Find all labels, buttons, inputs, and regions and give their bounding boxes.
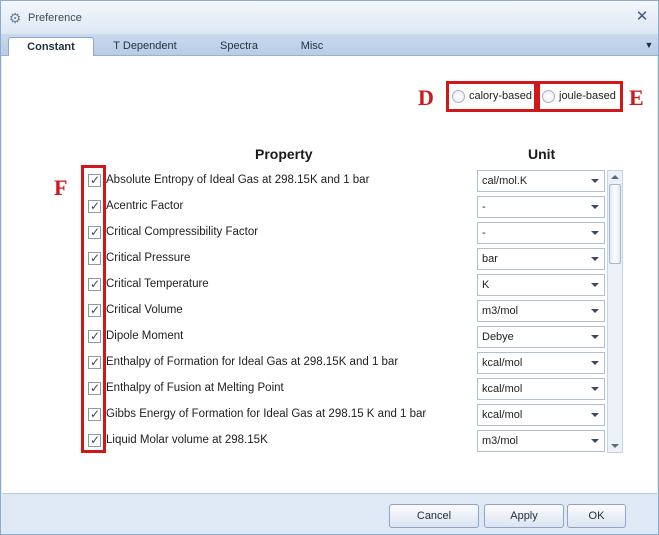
unit-dropdown[interactable]: K (477, 274, 605, 296)
unit-dropdown[interactable]: Debye (477, 326, 605, 348)
property-checkbox[interactable] (88, 173, 101, 187)
radio-circle[interactable] (452, 89, 465, 103)
table-row: Critical Pressure bar (2, 246, 657, 272)
table-row: Liquid Molar volume at 298.15K m3/mol (2, 428, 657, 454)
property-label: Gibbs Energy of Formation for Ideal Gas … (106, 408, 427, 420)
property-label: Liquid Molar volume at 298.15K (106, 434, 268, 446)
tab-misc[interactable]: Misc (286, 37, 338, 56)
unit-value: kcal/mol (482, 383, 523, 395)
window-title: Preference (28, 12, 82, 24)
radio-circle[interactable] (542, 89, 555, 103)
constant-panel: D E F calory-based joule-based Property … (2, 56, 657, 493)
unit-dropdown[interactable]: m3/mol (477, 300, 605, 322)
chevron-down-icon[interactable] (591, 335, 599, 339)
property-label: Critical Pressure (106, 252, 191, 264)
unit-dropdown[interactable]: kcal/mol (477, 352, 605, 374)
property-checkbox[interactable] (88, 329, 101, 343)
property-checkbox[interactable] (88, 433, 101, 447)
scroll-down-icon[interactable] (611, 444, 619, 448)
chevron-down-icon[interactable] (591, 205, 599, 209)
unit-value: bar (482, 253, 498, 265)
table-row: Dipole Moment Debye (2, 324, 657, 350)
unit-dropdown[interactable]: kcal/mol (477, 404, 605, 426)
property-checkbox[interactable] (88, 303, 101, 317)
unit-value: cal/mol.K (482, 175, 528, 187)
property-label: Enthalpy of Formation for Ideal Gas at 2… (106, 356, 399, 368)
unit-value: m3/mol (482, 305, 519, 317)
unit-dropdown[interactable]: - (477, 196, 605, 218)
tab-strip: Constant T Dependent Spectra Misc ▼ (1, 34, 658, 57)
property-label: Dipole Moment (106, 330, 184, 342)
unit-value: kcal/mol (482, 409, 523, 421)
table-row: Critical Compressibility Factor - (2, 220, 657, 246)
unit-dropdown[interactable]: kcal/mol (477, 378, 605, 400)
chevron-down-icon[interactable] (591, 309, 599, 313)
table-row: Enthalpy of Formation for Ideal Gas at 2… (2, 350, 657, 376)
property-label: Critical Temperature (106, 278, 209, 290)
ok-button[interactable]: OK (567, 504, 626, 528)
property-checkbox[interactable] (88, 251, 101, 265)
unit-value: K (482, 279, 490, 291)
scroll-up-icon[interactable] (611, 175, 619, 179)
property-checkbox[interactable] (88, 381, 101, 395)
tab-constant[interactable]: Constant (8, 37, 94, 57)
unit-value: kcal/mol (482, 357, 523, 369)
chevron-down-icon[interactable] (591, 413, 599, 417)
marker-d: D (418, 85, 434, 110)
property-checkbox[interactable] (88, 199, 101, 213)
chevron-down-icon[interactable] (591, 231, 599, 235)
tab-spectra[interactable]: Spectra (206, 37, 272, 56)
table-row: Acentric Factor - (2, 194, 657, 220)
property-label: Critical Volume (106, 304, 183, 316)
apply-button[interactable]: Apply (484, 504, 564, 528)
joule-based-radio[interactable]: joule-based (542, 87, 616, 105)
property-column-header: Property (255, 146, 313, 162)
marker-e: E (629, 85, 644, 110)
chevron-down-icon[interactable] (591, 283, 599, 287)
property-checkbox[interactable] (88, 407, 101, 421)
cancel-button[interactable]: Cancel (389, 504, 479, 528)
joule-based-label: joule-based (559, 90, 616, 102)
unit-dropdown[interactable]: cal/mol.K (477, 170, 605, 192)
property-checkbox[interactable] (88, 225, 101, 239)
property-label: Absolute Entropy of Ideal Gas at 298.15K… (106, 174, 370, 186)
unit-value: - (482, 201, 486, 213)
property-checkbox[interactable] (88, 277, 101, 291)
unit-value: - (482, 227, 486, 239)
table-row: Gibbs Energy of Formation for Ideal Gas … (2, 402, 657, 428)
preference-window: ⚙ Preference ✕ Constant T Dependent Spec… (0, 0, 659, 535)
property-label: Acentric Factor (106, 200, 184, 212)
chevron-down-icon[interactable] (591, 439, 599, 443)
unit-value: m3/mol (482, 435, 519, 447)
property-checkbox[interactable] (88, 355, 101, 369)
chevron-down-icon[interactable] (591, 361, 599, 365)
unit-dropdown[interactable]: m3/mol (477, 430, 605, 452)
table-row: Absolute Entropy of Ideal Gas at 298.15K… (2, 168, 657, 194)
calory-based-radio[interactable]: calory-based (452, 87, 532, 105)
dialog-footer: Cancel Apply OK (2, 493, 657, 534)
property-label: Enthalpy of Fusion at Melting Point (106, 382, 284, 394)
unit-value: Debye (482, 331, 514, 343)
unit-dropdown[interactable]: - (477, 222, 605, 244)
scroll-thumb[interactable] (609, 184, 621, 264)
calory-based-label: calory-based (469, 90, 532, 102)
property-label: Critical Compressibility Factor (106, 226, 259, 238)
table-row: Enthalpy of Fusion at Melting Point kcal/… (2, 376, 657, 402)
unit-dropdown[interactable]: bar (477, 248, 605, 270)
table-row: Critical Volume m3/mol (2, 298, 657, 324)
chevron-down-icon[interactable] (591, 179, 599, 183)
tab-dropdown-icon[interactable]: ▼ (643, 39, 655, 51)
title-bar: ⚙ Preference ✕ (1, 1, 658, 34)
property-list-scrollbar[interactable] (607, 170, 623, 453)
chevron-down-icon[interactable] (591, 257, 599, 261)
table-row: Critical Temperature K (2, 272, 657, 298)
tab-t-dependent[interactable]: T Dependent (101, 37, 189, 56)
unit-column-header: Unit (528, 146, 556, 162)
chevron-down-icon[interactable] (591, 387, 599, 391)
close-icon[interactable]: ✕ (634, 9, 650, 25)
gear-icon: ⚙ (8, 10, 22, 26)
